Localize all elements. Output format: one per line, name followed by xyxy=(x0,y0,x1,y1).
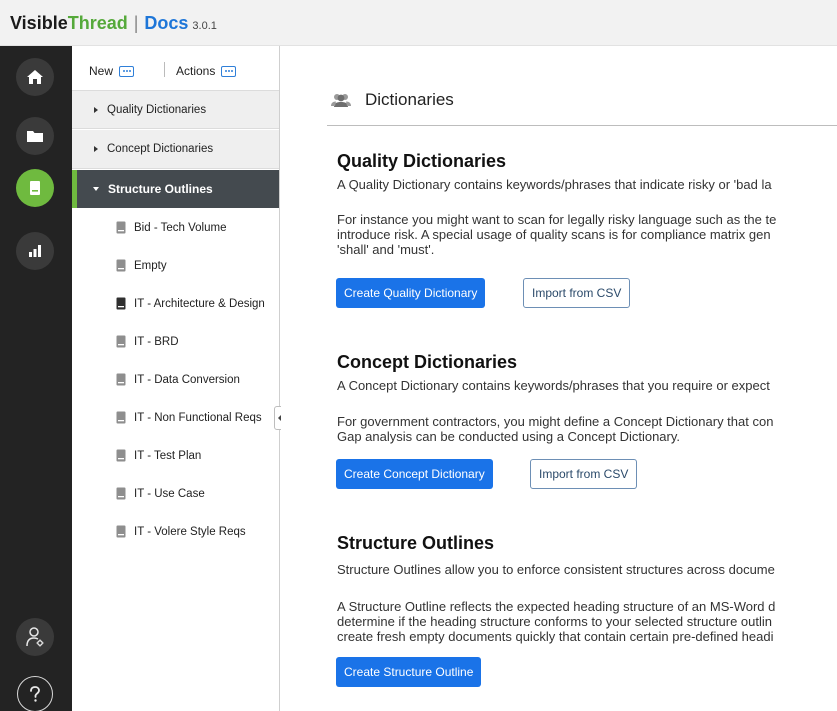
actions-menu-button[interactable]: Actions xyxy=(176,64,237,78)
app-header: VisibleThread | Docs 3.0.1 xyxy=(0,0,837,46)
tree-item-bid-tech-volume[interactable]: Bid - Tech Volume xyxy=(116,221,226,234)
quality-dictionaries-intro: A Quality Dictionary contains keywords/p… xyxy=(337,177,772,192)
help-icon xyxy=(30,686,40,702)
help-button[interactable] xyxy=(17,676,53,711)
outline-icon xyxy=(116,449,126,462)
outline-icon xyxy=(116,335,126,348)
concept-dictionaries-body-line: Gap analysis can be conducted using a Co… xyxy=(337,429,681,444)
outline-icon xyxy=(116,411,126,424)
user-settings-button[interactable] xyxy=(16,618,54,656)
toolbar-divider xyxy=(164,62,165,77)
tree-item-empty[interactable]: Empty xyxy=(116,259,167,272)
caret-down-icon xyxy=(93,187,99,191)
tree-node-label: Quality Dictionaries xyxy=(107,103,207,116)
more-icon xyxy=(119,65,135,77)
left-rail xyxy=(0,46,72,711)
outline-icon xyxy=(116,221,126,234)
tree-item-label: IT - Architecture & Design xyxy=(134,297,265,310)
tree-item-label: Empty xyxy=(134,259,167,272)
tree-item-it-architecture-design[interactable]: IT - Architecture & Design xyxy=(116,297,265,310)
outline-icon xyxy=(116,487,126,500)
tree-item-it-volere-style-reqs[interactable]: IT - Volere Style Reqs xyxy=(116,525,246,538)
main-content: Dictionaries Quality Dictionaries A Qual… xyxy=(281,46,837,711)
users-icon xyxy=(331,94,351,107)
structure-outlines-body-line: A Structure Outline reflects the expecte… xyxy=(337,599,776,614)
home-button[interactable] xyxy=(16,58,54,96)
caret-right-icon xyxy=(94,146,98,152)
tree-node-label: Concept Dictionaries xyxy=(107,143,214,155)
tree-toolbar: New Actions xyxy=(72,46,280,90)
tree-item-it-non-functional-reqs[interactable]: IT - Non Functional Reqs xyxy=(116,411,262,424)
quality-dictionaries-heading: Quality Dictionaries xyxy=(337,151,507,171)
caret-right-icon xyxy=(94,106,98,113)
page-header: Dictionaries xyxy=(331,90,454,110)
quality-dictionaries-body-line: For instance you might want to scan for … xyxy=(337,212,777,227)
bar-chart-icon xyxy=(29,245,41,257)
tree-item-label: IT - Test Plan xyxy=(134,449,202,462)
brand-name-thread: Thread xyxy=(67,13,128,33)
structure-outlines-heading: Structure Outlines xyxy=(337,533,495,553)
reports-button[interactable] xyxy=(16,232,54,270)
tree-item-label: IT - Volere Style Reqs xyxy=(134,525,246,538)
create-quality-dictionary-button[interactable]: Create Quality Dictionary xyxy=(336,278,486,308)
new-menu-button[interactable]: New xyxy=(89,64,135,78)
create-concept-dictionary-button[interactable]: Create Concept Dictionary xyxy=(336,459,493,489)
home-icon xyxy=(27,70,43,84)
tree-node-concept-dictionaries[interactable]: Concept Dictionaries xyxy=(72,130,279,169)
import-quality-csv-button[interactable]: Import from CSV xyxy=(523,278,631,308)
dictionaries-button[interactable] xyxy=(16,169,54,207)
outline-icon xyxy=(116,373,126,386)
outline-icon xyxy=(116,525,126,538)
product-name: Docs xyxy=(144,13,189,33)
tree-item-label: IT - Use Case xyxy=(134,487,205,500)
user-settings-icon xyxy=(26,627,44,647)
tree-item-label: IT - Data Conversion xyxy=(134,373,240,386)
outline-icon xyxy=(116,297,126,310)
folder-icon xyxy=(27,131,43,142)
tree-item-label: IT - BRD xyxy=(134,335,179,348)
tree-item-it-brd[interactable]: IT - BRD xyxy=(116,335,179,348)
folder-button[interactable] xyxy=(16,117,54,155)
structure-outlines-body-line: determine if the heading structure confo… xyxy=(337,614,772,629)
concept-dictionaries-body-line: For government contractors, you might de… xyxy=(337,414,774,429)
brand-name-visible: Visible xyxy=(10,13,68,33)
concept-dictionaries-intro: A Concept Dictionary contains keywords/p… xyxy=(337,378,770,393)
quality-dictionaries-body-line: introduce risk. A special usage of quali… xyxy=(337,227,771,242)
structure-outlines-intro: Structure Outlines allow you to enforce … xyxy=(337,562,775,577)
tree-node-structure-outlines[interactable]: Structure Outlines xyxy=(72,170,279,208)
tree-node-label: Structure Outlines xyxy=(108,182,213,196)
tree-item-it-use-case[interactable]: IT - Use Case xyxy=(116,487,205,500)
new-label: New xyxy=(89,64,114,78)
more-icon xyxy=(221,65,237,77)
quality-dictionaries-body-line: 'shall' and 'must'. xyxy=(337,242,435,257)
page-title: Dictionaries xyxy=(365,90,454,109)
tree-item-it-data-conversion[interactable]: IT - Data Conversion xyxy=(116,373,240,386)
actions-label: Actions xyxy=(176,64,216,78)
tree-item-label: Bid - Tech Volume xyxy=(134,221,227,234)
create-structure-outline-button[interactable]: Create Structure Outline xyxy=(336,657,482,687)
tree-panel: New Actions Quality Dictionaries Concept… xyxy=(72,46,280,711)
book-icon xyxy=(30,181,40,195)
tree-item-it-test-plan[interactable]: IT - Test Plan xyxy=(116,449,201,462)
brand-separator: | xyxy=(133,13,139,33)
outline-icon xyxy=(116,259,126,272)
tree-item-label: IT - Non Functional Reqs xyxy=(134,411,262,424)
import-concept-csv-button[interactable]: Import from CSV xyxy=(530,459,638,489)
title-divider xyxy=(327,125,837,126)
version-label: 3.0.1 xyxy=(192,20,217,32)
structure-outlines-body-line: create fresh empty documents quickly tha… xyxy=(337,629,774,644)
tree-node-quality-dictionaries[interactable]: Quality Dictionaries xyxy=(72,90,279,129)
concept-dictionaries-heading: Concept Dictionaries xyxy=(337,352,518,372)
brand-logo: VisibleThread | Docs 3.0.1 xyxy=(10,13,217,34)
